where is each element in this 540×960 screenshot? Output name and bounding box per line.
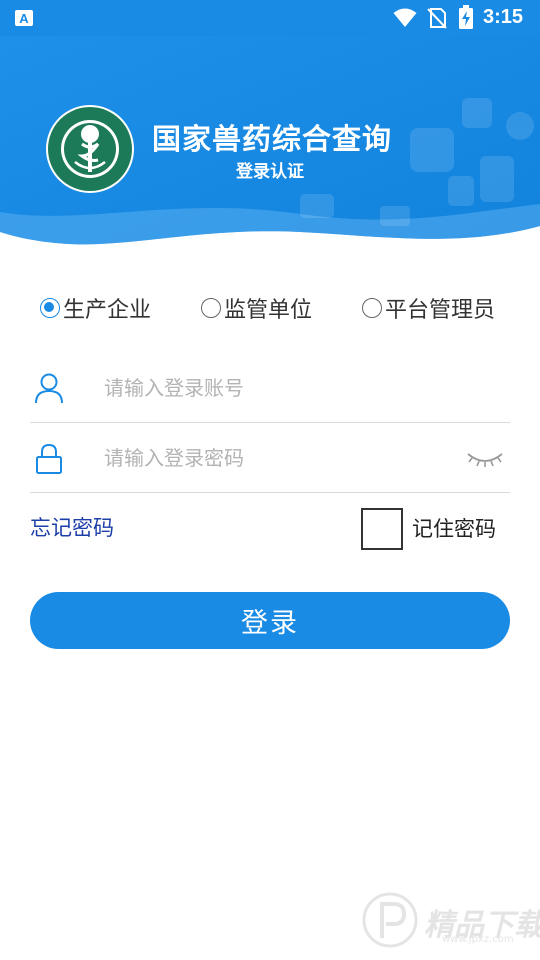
status-bar: A 3:15: [0, 0, 540, 36]
password-field: [30, 423, 510, 493]
battery-charging-icon: [459, 5, 473, 29]
role-label-manufacturer: 生产企业: [63, 298, 152, 323]
role-option-admin[interactable]: 平台管理员: [362, 290, 495, 326]
watermark-logo: 精品下载 www.jpxz.com: [356, 888, 540, 952]
notification-a-icon: A: [15, 10, 33, 26]
role-option-manufacturer[interactable]: 生产企业: [40, 290, 151, 326]
wifi-icon: [393, 8, 417, 27]
watermark-p-icon: [362, 892, 418, 948]
user-icon: [35, 373, 63, 404]
app-title: 国家兽药综合查询: [152, 122, 393, 156]
lock-icon: [36, 443, 62, 474]
login-button[interactable]: 登录: [30, 592, 510, 649]
password-input[interactable]: [104, 441, 444, 475]
eye-closed-icon[interactable]: [466, 448, 504, 470]
remember-password-checkbox[interactable]: [361, 508, 403, 550]
account-input[interactable]: [104, 371, 444, 405]
radio-unchecked-icon[interactable]: [362, 298, 382, 318]
institute-seal-logo: [46, 105, 134, 193]
radio-unchecked-icon[interactable]: [201, 298, 221, 318]
clock: 3:15: [483, 6, 524, 28]
radio-checked-icon[interactable]: [40, 298, 60, 318]
role-label-admin: 平台管理员: [385, 298, 496, 323]
remember-password-label: 记住密码: [412, 517, 496, 541]
account-field: [30, 353, 510, 423]
role-radio-group: 生产企业 监管单位 平台管理员: [0, 290, 540, 326]
role-label-regulator: 监管单位: [224, 298, 313, 323]
svg-text:A: A: [19, 11, 29, 26]
no-sim-icon: [427, 8, 447, 29]
app-subtitle: 登录认证: [236, 162, 304, 182]
role-option-regulator[interactable]: 监管单位: [201, 290, 312, 326]
forgot-password-link[interactable]: 忘记密码: [30, 512, 114, 542]
